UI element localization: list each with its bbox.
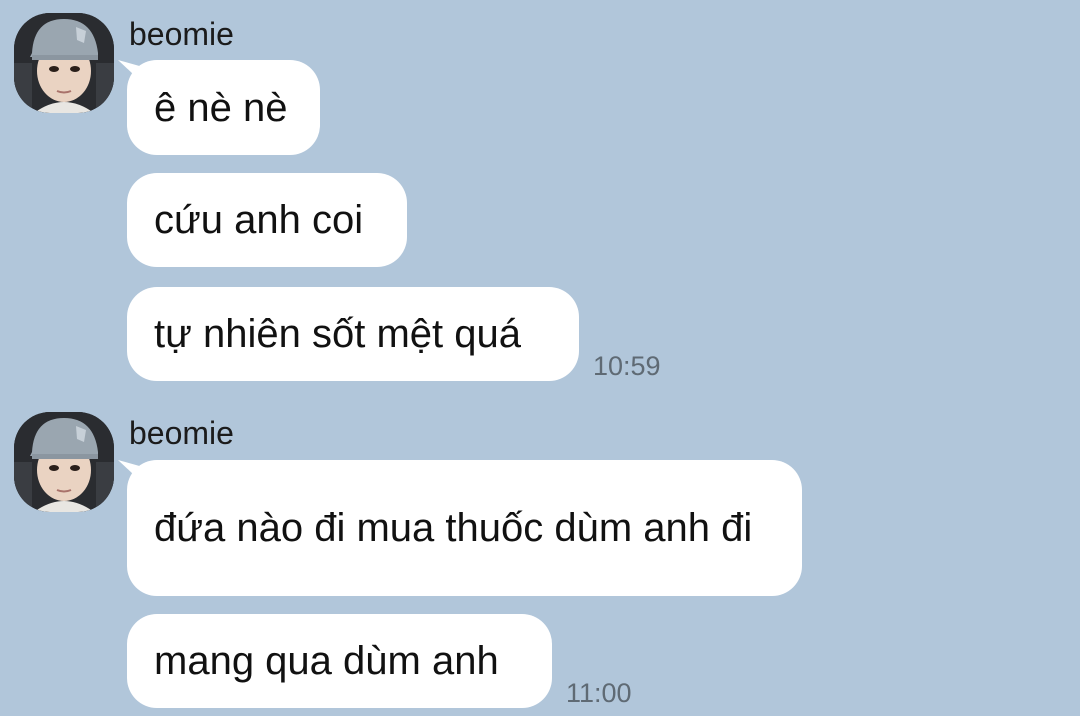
message-text: ê nè nè (154, 85, 288, 130)
message-text: đứa nào đi mua thuốc dùm anh đi (154, 506, 753, 550)
message-bubble[interactable]: mang qua dùm anh (127, 614, 552, 708)
avatar[interactable] (14, 412, 114, 512)
sender-name: beomie (129, 16, 234, 52)
sender-name: beomie (129, 415, 234, 451)
message-bubble[interactable]: đứa nào đi mua thuốc dùm anh đi (127, 460, 802, 596)
message-bubble[interactable]: ê nè nè (127, 60, 320, 155)
message-timestamp: 10:59 (593, 351, 661, 381)
message-bubble[interactable]: tự nhiên sốt mệt quá (127, 287, 579, 381)
message-text: cứu anh coi (154, 198, 364, 242)
message-bubble[interactable]: cứu anh coi (127, 173, 407, 267)
message-timestamp: 11:00 (566, 678, 632, 708)
message-text: mang qua dùm anh (154, 639, 499, 683)
message-text: tự nhiên sốt mệt quá (154, 312, 521, 356)
avatar-photo-icon (14, 13, 114, 113)
avatar[interactable] (14, 13, 114, 113)
avatar-photo-icon (14, 412, 114, 512)
